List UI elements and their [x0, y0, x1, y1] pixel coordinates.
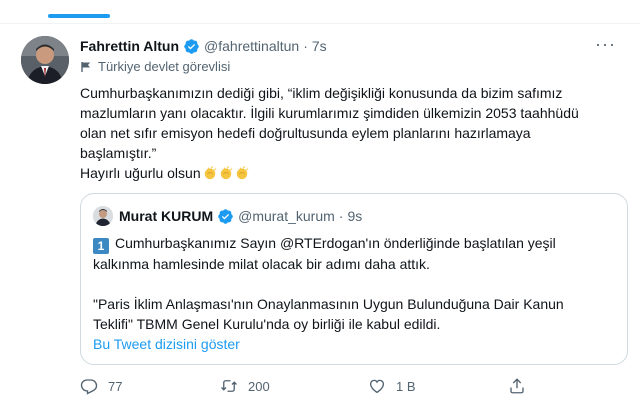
tweet-text-last-line: Hayırlı uğurlu olsun	[80, 165, 201, 181]
tweet-time[interactable]: 7s	[312, 38, 327, 54]
retweet-count: 200	[248, 378, 270, 394]
reply-button[interactable]: 77	[80, 377, 122, 395]
quoted-text-line: 1 Cumhurbaşkanımız Sayın @RTErdogan'ın ön…	[93, 233, 613, 254]
author-name[interactable]: Fahrettin Altun	[80, 38, 179, 54]
author-avatar[interactable]	[21, 36, 69, 84]
tweet-text-line: Cumhurbaşkanımızın dediği gibi, “iklim d…	[80, 85, 563, 101]
show-thread-link[interactable]: Bu Tweet dizisini göster	[93, 336, 240, 352]
reply-icon	[80, 379, 98, 395]
flag-icon	[81, 61, 90, 72]
quoted-author-name[interactable]: Murat KURUM	[119, 208, 213, 224]
like-icon	[369, 379, 385, 394]
clapping-hands-icon	[236, 166, 249, 180]
quoted-text-line: kalkınma hamlesinde milat olacak bir adı…	[93, 256, 430, 272]
quoted-text-line: "Paris İklim Anlaşması'nın Onaylanmasını…	[93, 296, 564, 312]
tweet-text: Cumhurbaşkanımızın dediği gibi, “iklim d…	[80, 83, 620, 183]
tweet-text-line-with-emoji: Hayırlı uğurlu olsun	[80, 163, 620, 183]
quoted-tweet[interactable]: Murat KURUM @murat_kurum · 9s 1 Cumhurbaş…	[80, 193, 628, 365]
tweet-text-line: olan net sıfır emisyon hedefi doğrultusu…	[80, 125, 531, 141]
share-button[interactable]	[508, 377, 536, 395]
tweet-header: Fahrettin Altun @fahrettinaltun · 7s	[80, 36, 327, 56]
verified-badge-icon	[184, 38, 199, 54]
active-tab-indicator	[48, 14, 110, 18]
quoted-text-line: Teklifi" TBMM Genel Kurulu'nda oy birliğ…	[93, 316, 441, 332]
verified-badge-icon	[218, 208, 233, 224]
clapping-hands-icon	[204, 166, 217, 180]
retweet-button[interactable]: 200	[220, 377, 270, 395]
share-icon	[510, 378, 524, 394]
author-handle[interactable]: @fahrettinaltun	[204, 38, 299, 54]
retweet-icon	[221, 380, 237, 392]
author-avatar-image	[21, 36, 69, 84]
government-label-text: Türkiye devlet görevlisi	[98, 59, 231, 74]
like-count: 1 B	[396, 378, 416, 394]
quoted-author-handle[interactable]: @murat_kurum	[238, 208, 335, 224]
clapping-hands-icon	[220, 166, 233, 180]
tweet-text-line: başlamıştır.”	[80, 145, 157, 161]
separator-dot: ·	[338, 208, 344, 224]
more-icon[interactable]: ···	[595, 34, 616, 55]
quoted-tweet-text: 1 Cumhurbaşkanımız Sayın @RTErdogan'ın ön…	[93, 233, 613, 334]
tweet-actions: 77 200 1 B	[80, 377, 628, 399]
tweet-text-line: mazlumların yanı olacaktır. İlgili kurum…	[80, 105, 579, 121]
like-button[interactable]: 1 B	[368, 377, 416, 395]
quoted-tweet-header: Murat KURUM @murat_kurum · 9s	[119, 206, 362, 226]
keycap-1-icon: 1	[93, 238, 109, 254]
quoted-text-line-content: Cumhurbaşkanımız Sayın @RTErdogan'ın önd…	[115, 235, 556, 251]
quoted-author-avatar[interactable]	[93, 206, 113, 226]
top-divider	[0, 23, 640, 24]
quoted-tweet-time[interactable]: 9s	[347, 208, 362, 224]
government-label[interactable]: Türkiye devlet görevlisi	[80, 59, 230, 74]
quoted-author-avatar-image	[93, 206, 113, 226]
top-strip	[0, 0, 640, 24]
reply-count: 77	[108, 378, 123, 394]
separator-dot: ·	[303, 38, 308, 54]
